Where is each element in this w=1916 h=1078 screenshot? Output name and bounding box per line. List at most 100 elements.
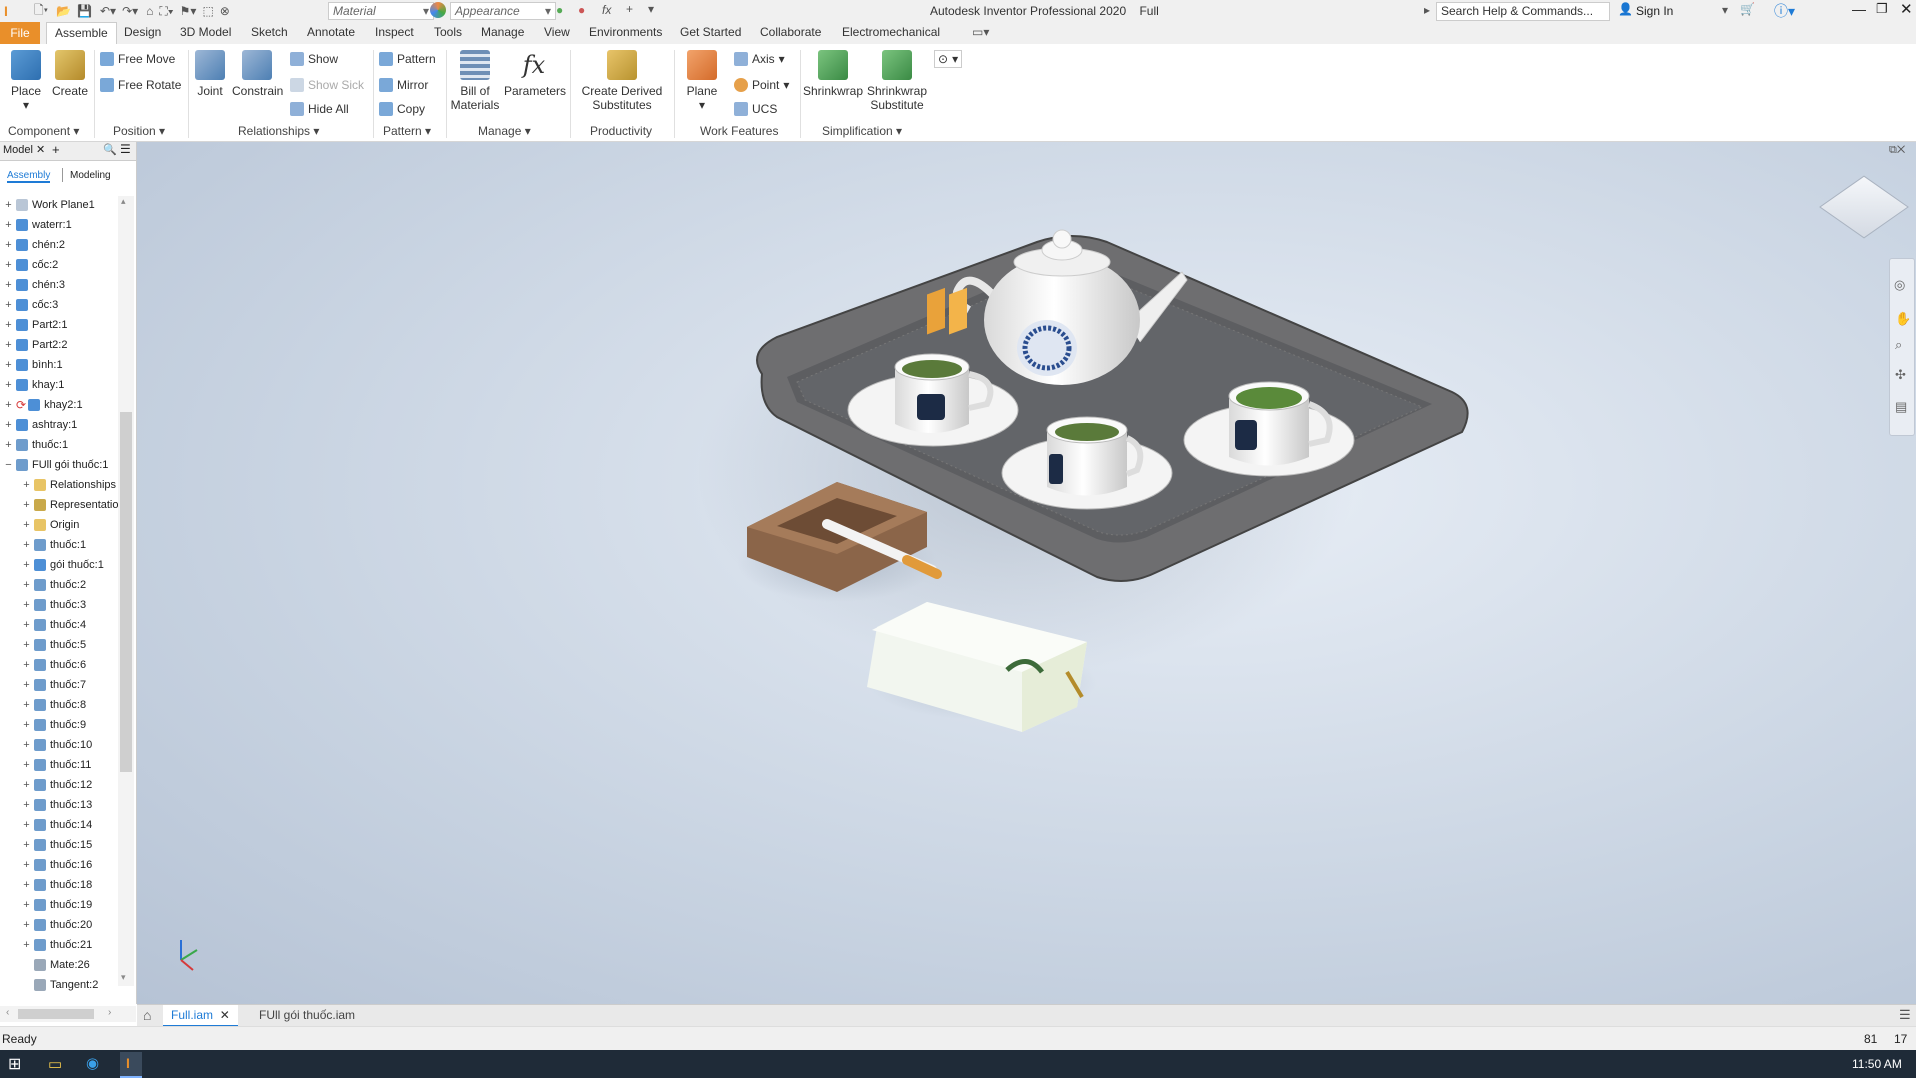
close-window-icon[interactable]: ✕ <box>1900 0 1913 18</box>
expand-icon[interactable]: + <box>22 879 31 891</box>
browser-node[interactable]: + thuốc:10 <box>22 736 92 754</box>
group-component[interactable]: Component ▾ <box>8 124 79 138</box>
browser-node[interactable]: + thuốc:3 <box>22 596 86 614</box>
doc-tab-full[interactable]: Full.iam ✕ <box>163 1005 238 1027</box>
browser-node[interactable]: + thuốc:14 <box>22 816 92 834</box>
expand-icon[interactable]: + <box>4 379 13 391</box>
search-help-input[interactable]: Search Help & Commands... <box>1436 2 1610 21</box>
clear-appearance-icon[interactable]: ● <box>578 3 585 17</box>
new-file-icon[interactable]: 🗋▾ <box>34 1 48 22</box>
browser-node[interactable]: + thuốc:5 <box>22 636 86 654</box>
browser-node[interactable]: + thuốc:9 <box>22 716 86 734</box>
create-button[interactable]: Create <box>50 50 90 98</box>
expand-icon[interactable]: + <box>22 919 31 931</box>
file-explorer-icon[interactable]: ▭ <box>48 1055 62 1073</box>
browser-node[interactable]: + Work Plane1 <box>4 196 95 214</box>
browser-node[interactable]: + bình:1 <box>4 356 63 374</box>
expand-icon[interactable]: + <box>22 539 31 551</box>
tab-annotate[interactable]: Annotate <box>307 25 355 39</box>
tab-view[interactable]: View <box>544 25 570 39</box>
browser-node[interactable]: + thuốc:15 <box>22 836 92 854</box>
home-tab-icon[interactable]: ⌂ <box>143 1007 151 1023</box>
subtab-modeling[interactable]: Modeling <box>70 170 111 181</box>
browser-node[interactable]: + gói thuốc:1 <box>22 556 104 574</box>
tab-3d-model[interactable]: 3D Model <box>180 25 231 39</box>
expand-icon[interactable]: + <box>22 899 31 911</box>
expand-icon[interactable]: + <box>22 479 31 491</box>
browser-node[interactable]: + thuốc:20 <box>22 916 92 934</box>
material-dropdown[interactable]: Material ▾ <box>328 2 434 20</box>
restore-icon[interactable]: ❐ <box>1876 1 1888 17</box>
open-icon[interactable]: 📂 <box>56 4 71 18</box>
place-button[interactable]: Place ▾ <box>6 50 46 112</box>
zoom-icon[interactable]: ⌕ <box>1895 337 1902 353</box>
expand-icon[interactable]: + <box>22 639 31 651</box>
home-icon[interactable]: ⌂ <box>146 4 153 18</box>
show-button[interactable]: Show <box>290 52 338 66</box>
expand-icon[interactable]: + <box>4 339 13 351</box>
tab-file[interactable]: File <box>0 22 40 44</box>
expand-icon[interactable]: + <box>4 199 13 211</box>
tab-collaborate[interactable]: Collaborate <box>760 25 821 39</box>
group-simplification[interactable]: Simplification ▾ <box>822 124 902 138</box>
expand-icon[interactable]: + <box>22 599 31 611</box>
shrinkwrap-substitute-button[interactable]: Shrinkwrap Substitute <box>866 50 928 112</box>
full-navigation-wheel-icon[interactable]: ◎ <box>1894 277 1905 293</box>
browser-node[interactable]: + thuốc:7 <box>22 676 86 694</box>
browser-hscroll-thumb[interactable] <box>18 1009 94 1019</box>
subtab-assembly[interactable]: Assembly <box>7 170 51 183</box>
clear-override-icon[interactable]: ⊗ <box>220 4 230 18</box>
viewport-layout-icon[interactable]: ⧉✕ <box>1889 144 1905 157</box>
ucs-button[interactable]: UCS <box>734 102 777 116</box>
save-icon[interactable]: 💾 <box>77 4 92 18</box>
expand-icon[interactable]: + <box>22 939 31 951</box>
browser-horizontal-scrollbar[interactable]: ‹ › <box>0 1006 136 1022</box>
doc-tab-full-goi-thuoc[interactable]: FUll gói thuốc.iam <box>251 1005 363 1025</box>
expand-icon[interactable]: + <box>22 739 31 751</box>
expand-icon[interactable]: + <box>22 559 31 571</box>
expand-icon[interactable]: + <box>22 619 31 631</box>
graphics-viewport[interactable]: ⧉✕ ◎ ✋ ⌕ ✣ ▤ <box>137 142 1916 1004</box>
tab-electromechanical[interactable]: Electromechanical <box>842 25 940 39</box>
plane-button[interactable]: Plane ▾ <box>684 50 720 112</box>
expand-icon[interactable]: + <box>22 839 31 851</box>
free-rotate-button[interactable]: Free Rotate <box>100 78 181 92</box>
browser-node[interactable]: + khay:1 <box>4 376 64 394</box>
browser-node[interactable]: + chén:3 <box>4 276 65 294</box>
scroll-right-icon[interactable]: › <box>108 1007 111 1018</box>
expand-icon[interactable]: + <box>22 719 31 731</box>
browser-node[interactable]: + cốc:2 <box>4 256 58 274</box>
browser-add-icon[interactable]: + <box>52 142 60 157</box>
tab-assemble[interactable]: Assemble <box>46 22 117 44</box>
doc-tab-close-icon[interactable]: ✕ <box>220 1008 230 1022</box>
cart-icon[interactable]: 🛒 <box>1740 2 1755 16</box>
scroll-up-icon[interactable]: ▴ <box>121 196 126 207</box>
expand-icon[interactable]: + <box>4 439 13 451</box>
adjust-icon[interactable]: ● <box>556 3 563 17</box>
scroll-down-icon[interactable]: ▾ <box>121 972 126 983</box>
windows-start-icon[interactable]: ⊞ <box>8 1054 21 1074</box>
scroll-left-icon[interactable]: ‹ <box>6 1007 9 1018</box>
group-relationships[interactable]: Relationships ▾ <box>238 124 319 138</box>
expand-icon[interactable]: + <box>22 519 31 531</box>
browser-node[interactable]: + thuốc:18 <box>22 876 92 894</box>
browser-node[interactable]: + thuốc:12 <box>22 776 92 794</box>
search-expand-icon[interactable]: ▸ <box>1424 3 1430 17</box>
create-derived-substitutes-button[interactable]: Create Derived Substitutes <box>578 50 666 112</box>
pattern-button[interactable]: Pattern <box>379 52 436 66</box>
edge-browser-icon[interactable]: ◉ <box>86 1054 99 1072</box>
plus-icon[interactable]: + <box>626 2 633 16</box>
fx-icon[interactable]: fx <box>602 3 611 17</box>
expand-icon[interactable]: + <box>4 239 13 251</box>
browser-node[interactable]: + thuốc:4 <box>22 616 86 634</box>
shrinkwrap-button[interactable]: Shrinkwrap <box>802 50 864 98</box>
browser-node[interactable]: + cốc:3 <box>4 296 58 314</box>
mirror-button[interactable]: Mirror <box>379 78 428 92</box>
joint-button[interactable]: Joint <box>192 50 228 98</box>
browser-node[interactable]: + thuốc:8 <box>22 696 86 714</box>
look-at-icon[interactable]: ▤ <box>1895 399 1907 415</box>
help-icon[interactable]: ⓘ▾ <box>1774 1 1795 21</box>
constrain-button[interactable]: Constrain <box>232 50 283 98</box>
collapse-icon[interactable]: − <box>4 459 13 471</box>
expand-icon[interactable]: + <box>22 659 31 671</box>
